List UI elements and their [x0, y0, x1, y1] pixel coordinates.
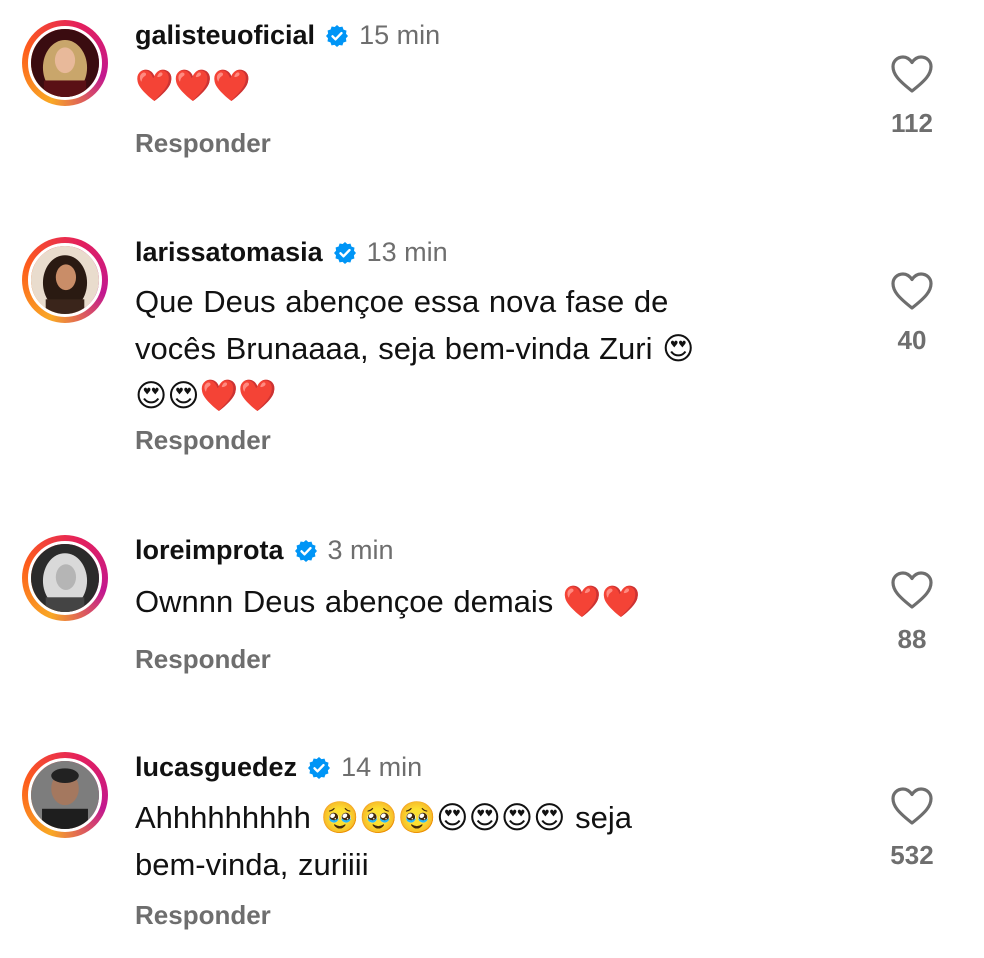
- avatar[interactable]: [28, 541, 102, 615]
- comment-time: 13 min: [366, 237, 448, 267]
- reply-button[interactable]: Responder: [135, 900, 271, 931]
- heart-outline-icon[interactable]: [890, 54, 934, 94]
- heart-outline-icon[interactable]: [890, 570, 934, 610]
- heart-outline-icon[interactable]: [890, 786, 934, 826]
- reply-button[interactable]: Responder: [135, 425, 271, 456]
- avatar[interactable]: [28, 758, 102, 832]
- verified-badge-icon: [294, 539, 318, 563]
- comment-text: ❤️❤️❤️: [135, 68, 251, 103]
- comment-text: Ownnn Deus abençoe demais ❤️❤️: [135, 584, 641, 619]
- avatar[interactable]: [28, 243, 102, 317]
- comment-time: 14 min: [341, 752, 423, 782]
- avatar-image: [31, 761, 99, 829]
- reply-button[interactable]: Responder: [135, 128, 271, 159]
- username[interactable]: lucasguedez: [135, 752, 297, 783]
- username[interactable]: galisteuoficial: [135, 20, 315, 51]
- avatar-image: [31, 29, 99, 97]
- verified-badge-icon: [307, 756, 331, 780]
- like-count: 40: [897, 325, 927, 355]
- avatar-story-ring[interactable]: [22, 752, 108, 838]
- comment-text: Ahhhhhhhhh 🥹🥹🥹😍😍😍😍 seja bem-vinda, zurii…: [135, 800, 633, 882]
- comment-text: Que Deus abençoe essa nova fase de vocês…: [135, 284, 695, 413]
- avatar-image: [31, 246, 99, 314]
- heart-outline-icon[interactable]: [890, 271, 934, 311]
- like-count: 532: [890, 840, 934, 870]
- avatar-story-ring[interactable]: [22, 237, 108, 323]
- avatar-story-ring[interactable]: [22, 535, 108, 621]
- like-count: 88: [897, 624, 927, 654]
- username[interactable]: larissatomasia: [135, 237, 323, 268]
- verified-badge-icon: [325, 24, 349, 48]
- comment-time: 15 min: [359, 20, 441, 50]
- avatar-story-ring[interactable]: [22, 20, 108, 106]
- like-count: 112: [891, 108, 933, 138]
- comment-time: 3 min: [327, 535, 394, 565]
- avatar[interactable]: [28, 26, 102, 100]
- avatar-image: [31, 544, 99, 612]
- reply-button[interactable]: Responder: [135, 644, 271, 675]
- username[interactable]: loreimprota: [135, 535, 284, 566]
- verified-badge-icon: [333, 241, 357, 265]
